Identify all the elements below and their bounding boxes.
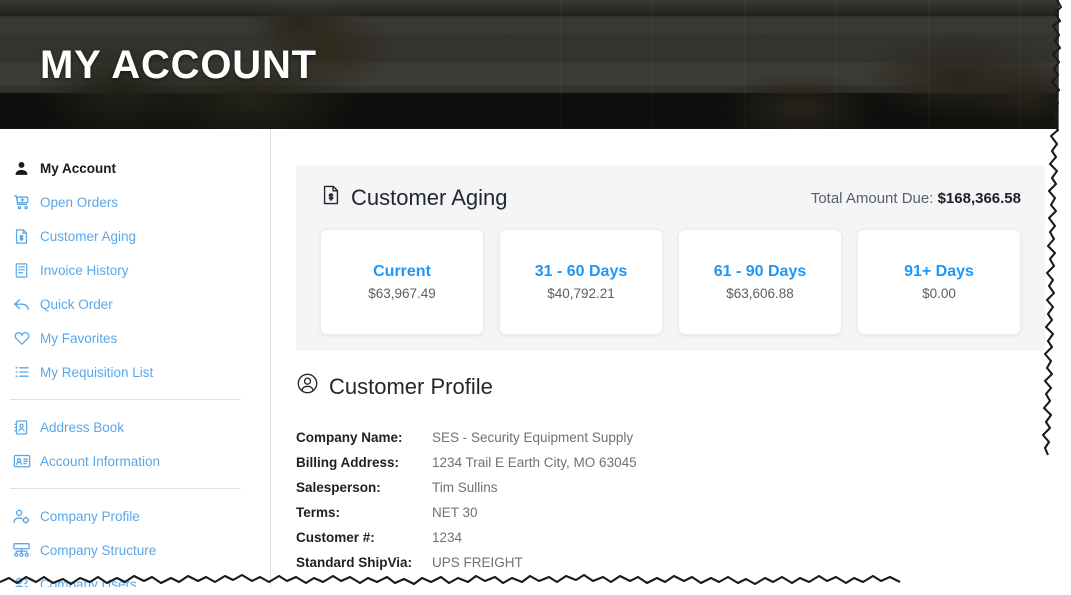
profile-field-value: NET 30 <box>432 505 478 520</box>
hero-banner: MY ACCOUNT <box>0 0 1060 129</box>
profile-field-value: SES - Security Equipment Supply <box>432 430 633 445</box>
profile-field-label: Terms: <box>296 505 432 520</box>
customer-aging-title-text: Customer Aging <box>351 185 508 211</box>
sidebar-item-label: My Account <box>40 161 116 176</box>
sidebar-item-open-orders[interactable]: Open Orders <box>0 185 270 219</box>
total-amount-due-value: $168,366.58 <box>938 190 1021 207</box>
profile-field-value: 1234 Trail E Earth City, MO 63045 <box>432 455 637 470</box>
aging-bucket-91-plus[interactable]: 91+ Days $0.00 <box>857 229 1021 335</box>
sidebar-item-label: Company Structure <box>40 543 156 558</box>
profile-field-label: Customer #: <box>296 530 432 545</box>
address-book-icon <box>12 418 31 437</box>
sidebar-divider-2 <box>10 488 241 489</box>
aging-bucket-cards: Current $63,967.49 31 - 60 Days $40,792.… <box>320 229 1021 335</box>
sidebar-item-quick-order[interactable]: Quick Order <box>0 287 270 321</box>
sidebar-item-label: Quick Order <box>40 297 113 312</box>
hero-building-mullions <box>560 0 1060 129</box>
invoice-dollar-icon <box>12 227 31 246</box>
sidebar-item-invoice-history[interactable]: Invoice History <box>0 253 270 287</box>
main-content: Customer Aging Total Amount Due: $168,36… <box>271 129 1060 595</box>
aging-bucket-amount: $40,792.21 <box>547 286 615 301</box>
sidebar-item-company-users[interactable]: Company Users <box>0 567 270 595</box>
customer-profile-title-text: Customer Profile <box>329 374 493 400</box>
profile-field-value: UPS FREIGHT <box>432 555 523 570</box>
cart-add-icon <box>12 193 31 212</box>
aging-bucket-label: 91+ Days <box>904 263 974 281</box>
invoice-dollar-icon <box>320 184 342 212</box>
customer-profile-section: Customer Profile Company Name: SES - Sec… <box>296 372 1045 580</box>
customer-aging-header: Customer Aging Total Amount Due: $168,36… <box>320 183 1021 213</box>
sidebar-item-label: My Requisition List <box>40 365 153 380</box>
heart-icon <box>12 329 31 348</box>
aging-bucket-31-60[interactable]: 31 - 60 Days $40,792.21 <box>499 229 663 335</box>
total-amount-due: Total Amount Due: $168,366.58 <box>811 190 1021 207</box>
receipt-icon <box>12 261 31 280</box>
aging-bucket-current[interactable]: Current $63,967.49 <box>320 229 484 335</box>
sidebar-item-address-book[interactable]: Address Book <box>0 410 270 444</box>
org-chart-icon <box>12 541 31 560</box>
sidebar-item-my-favorites[interactable]: My Favorites <box>0 321 270 355</box>
list-icon <box>12 363 31 382</box>
profile-field-label: Company Name: <box>296 430 432 445</box>
total-amount-due-label: Total Amount Due: <box>811 190 934 207</box>
aging-bucket-label: 61 - 90 Days <box>714 263 807 281</box>
aging-bucket-amount: $63,606.88 <box>726 286 794 301</box>
sidebar-item-account-information[interactable]: Account Information <box>0 444 270 478</box>
sidebar-item-label: Company Users <box>40 577 137 592</box>
profile-field-value: 1234 <box>432 530 462 545</box>
profile-row-standard-shipvia: Standard ShipVia: UPS FREIGHT <box>296 555 1045 580</box>
sidebar-item-customer-aging[interactable]: Customer Aging <box>0 219 270 253</box>
profile-row-company-name: Company Name: SES - Security Equipment S… <box>296 430 1045 455</box>
profile-field-label: Standard ShipVia: <box>296 555 432 570</box>
sidebar-item-company-structure[interactable]: Company Structure <box>0 533 270 567</box>
profile-row-terms: Terms: NET 30 <box>296 505 1045 530</box>
sidebar-item-label: My Favorites <box>40 331 117 346</box>
profile-row-salesperson: Salesperson: Tim Sullins <box>296 480 1045 505</box>
sidebar-item-label: Customer Aging <box>40 229 136 244</box>
profile-row-billing-address: Billing Address: 1234 Trail E Earth City… <box>296 455 1045 480</box>
sidebar-item-label: Open Orders <box>40 195 118 210</box>
page-title: MY ACCOUNT <box>40 42 317 88</box>
sidebar-divider-1 <box>10 399 241 400</box>
customer-aging-panel: Customer Aging Total Amount Due: $168,36… <box>296 165 1045 351</box>
customer-profile-fields: Company Name: SES - Security Equipment S… <box>296 430 1045 580</box>
page-root: MY ACCOUNT My Account <box>0 0 1071 595</box>
sidebar-item-label: Address Book <box>40 420 124 435</box>
aging-bucket-amount: $0.00 <box>922 286 956 301</box>
users-icon <box>12 575 31 594</box>
sidebar-item-label: Account Information <box>40 454 160 469</box>
profile-field-value: Tim Sullins <box>432 480 498 495</box>
account-sidebar: My Account Open Orders <box>0 129 271 595</box>
user-gear-icon <box>12 507 31 526</box>
user-icon <box>12 159 31 178</box>
customer-aging-title: Customer Aging <box>320 184 508 212</box>
user-circle-icon <box>296 372 319 401</box>
sidebar-item-my-account[interactable]: My Account <box>0 151 270 185</box>
sidebar-item-company-profile[interactable]: Company Profile <box>0 499 270 533</box>
aging-bucket-61-90[interactable]: 61 - 90 Days $63,606.88 <box>678 229 842 335</box>
aging-bucket-amount: $63,967.49 <box>368 286 436 301</box>
sidebar-item-my-requisition-list[interactable]: My Requisition List <box>0 355 270 389</box>
profile-row-customer-number: Customer #: 1234 <box>296 530 1045 555</box>
id-card-icon <box>12 452 31 471</box>
reply-arrow-icon <box>12 295 31 314</box>
sidebar-item-label: Company Profile <box>40 509 140 524</box>
customer-profile-title: Customer Profile <box>296 372 1045 401</box>
aging-bucket-label: 31 - 60 Days <box>535 263 628 281</box>
profile-field-label: Billing Address: <box>296 455 432 470</box>
profile-field-label: Salesperson: <box>296 480 432 495</box>
aging-bucket-label: Current <box>373 263 431 281</box>
sidebar-item-label: Invoice History <box>40 263 129 278</box>
